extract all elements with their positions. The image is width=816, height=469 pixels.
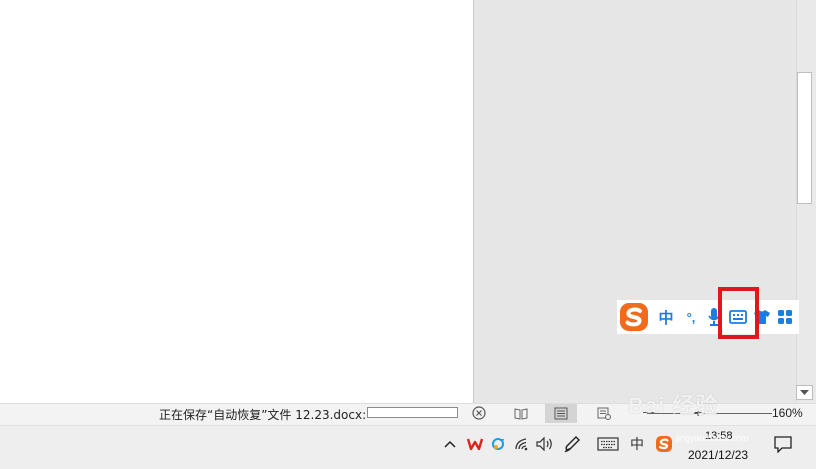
chevron-up-icon[interactable]	[440, 434, 460, 454]
toolbox-grid-icon[interactable]	[774, 305, 796, 329]
baidu-watermark: Bai 经验	[628, 393, 719, 418]
web-layout-icon	[597, 407, 611, 420]
document-margin-area	[473, 0, 796, 403]
ime-mode-indicator[interactable]: 中	[627, 434, 647, 454]
close-circle-icon	[472, 406, 486, 420]
chevron-down-icon	[800, 389, 809, 395]
autosave-status-text: 正在保存“自动恢复”文件 12.23.docx:	[159, 408, 367, 422]
scroll-down-button[interactable]	[796, 385, 813, 400]
ime-punctuation-toggle[interactable]: °,	[680, 305, 702, 329]
highlight-box	[718, 287, 759, 339]
taskbar	[0, 425, 816, 469]
sync-icon[interactable]	[488, 434, 508, 454]
notification-icon[interactable]	[771, 432, 795, 456]
sogou-tray-icon[interactable]	[654, 434, 674, 454]
web-layout-button[interactable]	[592, 404, 616, 423]
print-layout-button[interactable]	[545, 404, 577, 423]
cancel-save-button[interactable]	[470, 404, 488, 422]
autosave-progress-bar	[367, 407, 458, 418]
watermark-url: jingyan.baidu.com	[676, 433, 749, 443]
pen-icon[interactable]	[562, 434, 582, 454]
sogou-logo-icon[interactable]	[619, 302, 649, 332]
wps-icon[interactable]	[465, 434, 485, 454]
document-page[interactable]	[0, 0, 473, 403]
scrollbar-thumb[interactable]	[797, 72, 812, 204]
book-icon	[514, 407, 528, 420]
ime-language-label: 中	[658, 308, 674, 327]
touch-keyboard-icon[interactable]	[595, 434, 621, 454]
ime-language-toggle[interactable]: 中	[655, 305, 677, 329]
volume-icon[interactable]	[535, 434, 555, 454]
zoom-level-label[interactable]: 160%	[772, 406, 803, 420]
read-mode-button[interactable]	[509, 404, 533, 423]
wifi-icon[interactable]	[512, 434, 532, 454]
ime-toolbar: 中 °,	[617, 300, 799, 334]
ime-mode-label: 中	[630, 437, 644, 453]
clock-date[interactable]: 2021/12/23	[688, 448, 748, 462]
punctuation-label: °,	[686, 309, 696, 325]
page-layout-icon	[554, 407, 568, 420]
